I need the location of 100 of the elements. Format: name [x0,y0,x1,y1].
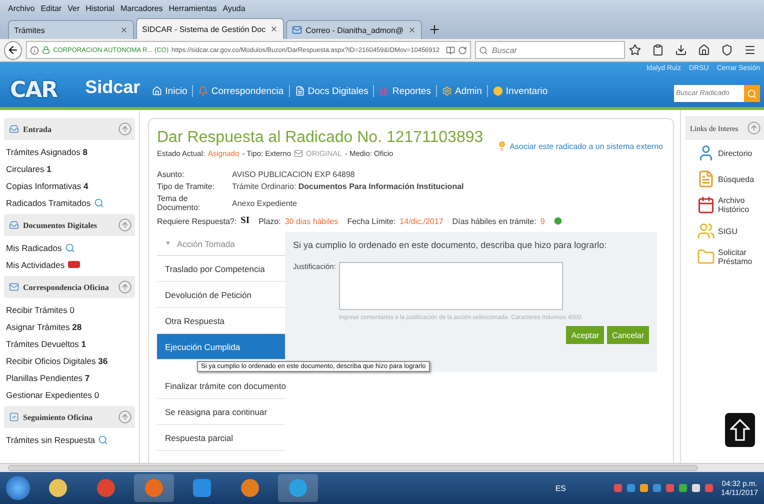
home-icon [152,86,162,96]
search-field[interactable]: Buscar [475,41,625,59]
menu-icon[interactable] [744,44,756,56]
menu-item[interactable]: Editar [40,4,62,13]
link-item[interactable]: SIGU [685,218,764,244]
section-header[interactable]: Correspondencia Oficina [4,276,135,298]
sidebar-item[interactable]: Mis Radicados [4,239,135,256]
menu-item[interactable]: Archivo [8,4,35,13]
action-item[interactable]: Respuesta parcial [157,425,285,451]
browser-tab[interactable]: SIDCAR - Sistema de Gestión Doc [136,18,284,39]
lightbulb-icon [496,141,507,151]
field-label: Requiere Respuesta?: [157,216,237,226]
field-label: Asunto: [157,170,186,179]
mail-icon [9,282,19,292]
mail-icon [294,149,304,158]
nav-link[interactable]: Inventario [492,86,548,96]
info-icon[interactable] [30,46,40,54]
nav-link[interactable]: Admin [442,86,482,96]
nav-link[interactable]: Reportes [379,86,431,96]
bell-icon [198,86,208,96]
field-value: 30 dias hábiles [284,216,338,226]
close-icon[interactable] [120,26,128,34]
new-badge-icon [68,261,80,268]
menu-item[interactable]: Herramientas [168,4,217,13]
sidebar-item[interactable]: Gestionar Expedientes 0 [4,386,135,403]
search-icon [747,88,757,98]
back-button[interactable] [4,40,22,60]
horizontal-scrollbar[interactable] [0,463,764,472]
menu-item[interactable]: Marcadores [120,4,163,13]
justification-field[interactable] [338,262,563,310]
link-item[interactable]: Archivo Histórico [685,192,764,218]
link-item[interactable]: Solicitar Préstamo [685,244,764,270]
search-icon[interactable] [94,198,104,208]
document-icon [294,86,305,96]
language-indicator[interactable]: ES [555,484,566,492]
reload-icon[interactable] [458,46,467,54]
field-value: Trámite Ordinario: Documentos Para Información Institucional [232,182,465,191]
start-button[interactable] [6,476,30,500]
close-icon[interactable] [270,25,278,33]
list-header-text: Acción Tomada [176,238,235,248]
sidebar-item[interactable]: Trámites Asignados 8 [4,143,135,160]
nav-link[interactable]: Docs Digitales [294,86,368,96]
action-item[interactable]: Se reasigna para continuar [157,399,285,425]
nav-link[interactable]: Correspondencia [198,86,284,96]
link-item[interactable]: Directorio [685,140,764,166]
section-header[interactable]: Seguimiento Oficina [4,406,135,428]
sidebar-item[interactable]: Asignar Trámites 28 [4,318,135,335]
action-item[interactable]: Finalizar trámite con documento [157,373,285,399]
home-icon[interactable] [698,44,710,56]
document-icon [697,170,715,188]
accessibility-icon[interactable] [725,413,755,447]
browser-tab[interactable]: Trámites [8,20,134,39]
section-header[interactable]: Entrada [4,118,135,140]
collapse-icon[interactable] [118,410,132,424]
collapse-icon[interactable] [118,280,132,294]
field-label: Plazo: [258,216,281,226]
reader-icon[interactable] [446,46,455,54]
field-label: Tema de Documento: [157,194,202,212]
sidebar-item[interactable]: Circulares 1 [4,160,135,177]
menu-item[interactable]: Ayuda [222,4,246,13]
page-title: Dar Respuesta al Radicado No. 12171103893 [157,129,484,147]
menu-item[interactable]: Historial [86,4,115,13]
collapse-icon[interactable] [747,121,761,135]
sidebar-item[interactable]: Radicados Tramitados [4,194,135,211]
sidebar-item[interactable]: Recibir Oficios Digitales 36 [4,352,135,369]
link-item[interactable]: Búsqueda [685,166,764,192]
sidebar-item[interactable]: Trámites Devueltos 1 [4,335,135,352]
browser-tab[interactable]: Correo - Dianitha_admon@ [286,20,422,39]
gear-icon [442,86,452,96]
brand-name: Sidcar [85,77,140,98]
clipboard-icon[interactable] [652,44,664,56]
shield-icon[interactable] [721,44,733,56]
lock-icon [42,46,50,54]
search-icon[interactable] [98,434,108,444]
section-header[interactable]: Documentos Digitales [4,214,135,236]
tray-icons[interactable] [614,484,714,492]
close-icon[interactable] [408,26,416,34]
field-label: Tipo de Tramite: [157,182,216,191]
sidebar-item[interactable]: Mis Actividades [4,256,135,273]
people-icon [697,222,715,240]
star-icon[interactable] [629,44,641,56]
field-value: SI [240,216,250,226]
action-item[interactable]: Ejecución Cumplida [157,334,285,360]
search-icon[interactable] [64,242,75,252]
external-link[interactable]: Asociar este radicado a un sistema externo [496,141,663,151]
collapse-icon[interactable] [118,122,132,136]
status-dot-icon [554,217,562,225]
sidebar-item[interactable]: Copias Informativas 4 [4,177,135,194]
new-tab-icon[interactable] [428,23,441,36]
menu-item[interactable]: Ver [68,4,80,13]
field-label: Días hábiles en trámite: [452,216,536,226]
field-value: 9 [540,216,545,226]
sidebar-item[interactable]: Recibir Trámites 0 [4,301,135,318]
sidebar-item[interactable]: Planillas Pendientes 7 [4,369,135,386]
inbox-icon [9,124,19,134]
collapse-icon[interactable] [118,218,132,232]
download-icon[interactable] [675,44,687,56]
sidebar-item[interactable]: Trámites sin Respuesta [4,431,135,448]
nav-link[interactable]: Inicio [152,86,188,96]
field-value: Anexo Expediente [232,198,298,208]
